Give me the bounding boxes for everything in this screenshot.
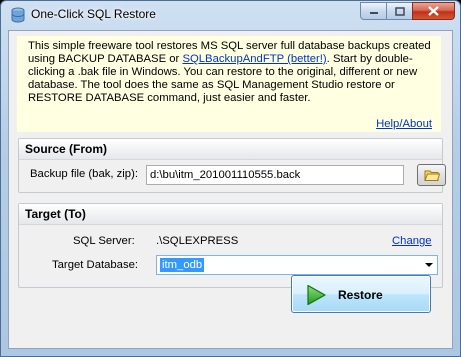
backup-file-input[interactable] — [146, 165, 404, 185]
maximize-icon — [394, 6, 405, 16]
caption-buttons — [360, 2, 455, 21]
target-group-title: Target (To) — [25, 207, 86, 221]
browse-button[interactable] — [417, 164, 446, 186]
backup-file-label: Backup file (bak, zip): — [30, 168, 138, 180]
close-button[interactable] — [412, 2, 455, 20]
folder-icon — [423, 170, 440, 181]
title-bar[interactable]: One-Click SQL Restore — [1, 1, 460, 29]
restore-button-label: Restore — [338, 288, 383, 302]
info-panel: This simple freeware tool restores MS SQ… — [17, 36, 441, 132]
dropdown-arrow-icon[interactable] — [425, 263, 433, 267]
target-database-label: Target Database: — [52, 259, 139, 271]
sql-server-value: .\SQLEXPRESS — [156, 235, 239, 247]
maximize-button[interactable] — [386, 2, 412, 20]
app-database-icon — [11, 7, 25, 23]
target-database-combo[interactable]: itm_odb — [156, 255, 438, 275]
target-group-header: Target (To) — [19, 204, 442, 225]
source-group: Source (From) Backup file (bak, zip): — [18, 138, 446, 193]
source-group-header: Source (From) — [19, 139, 442, 160]
minimize-button[interactable] — [360, 2, 386, 20]
minimize-icon — [369, 12, 378, 14]
sqlbackupandftp-link[interactable]: SQLBackupAndFTP (better!) — [182, 53, 326, 65]
restore-button[interactable]: Restore — [291, 275, 431, 313]
change-server-link[interactable]: Change — [392, 235, 432, 247]
app-window: One-Click SQL Restore This simple freewa… — [0, 0, 461, 357]
sql-server-label: SQL Server: — [73, 235, 135, 247]
target-database-value: itm_odb — [160, 258, 205, 272]
play-arrow-icon — [307, 284, 326, 306]
close-icon — [428, 6, 439, 16]
source-group-title: Source (From) — [25, 142, 108, 156]
help-about-link[interactable]: Help/About — [376, 118, 432, 131]
window-title: One-Click SQL Restore — [31, 7, 156, 21]
